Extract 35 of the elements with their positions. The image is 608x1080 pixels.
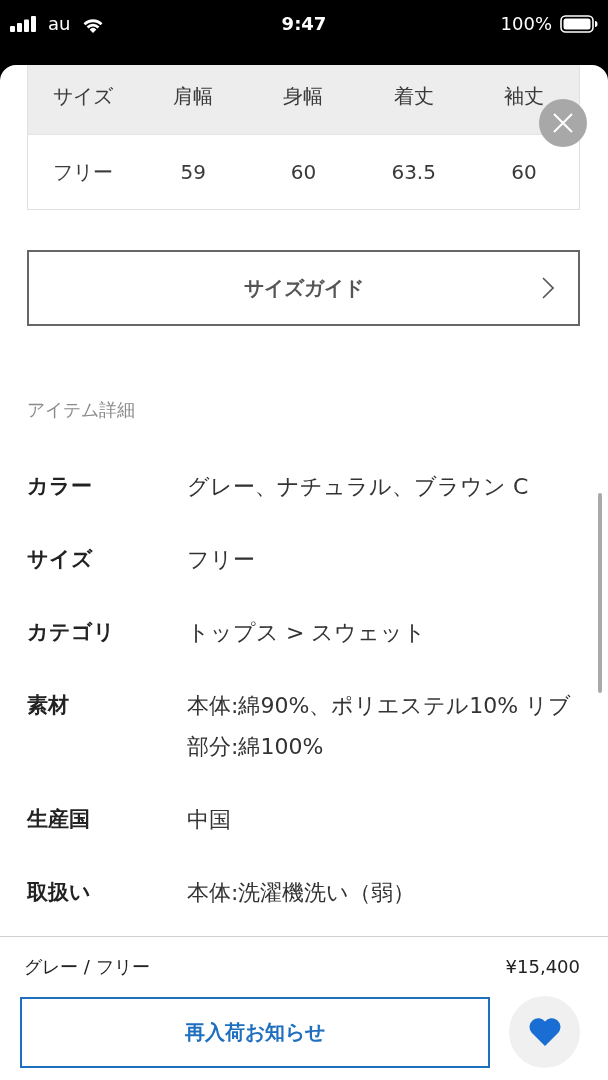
detail-label: 素材 (27, 692, 70, 719)
detail-value: 中国 (187, 806, 232, 834)
column-header: 身幅 (283, 83, 324, 108)
detail-label: カテゴリ (27, 619, 116, 646)
status-time: 9:47 (281, 13, 327, 35)
restock-notify-button[interactable]: 再入荷お知らせ (20, 996, 491, 1068)
carrier-name: au (48, 13, 71, 35)
close-icon (553, 113, 573, 133)
price: ¥15,400 (505, 955, 580, 979)
battery-percent: 100% (500, 13, 552, 35)
detail-label: 生産国 (27, 806, 91, 833)
column-header: 肩幅 (173, 83, 214, 108)
battery-icon (560, 15, 598, 33)
detail-value: フリー (187, 546, 256, 574)
chevron-right-icon (542, 277, 554, 299)
detail-value: 本体:洗濯機洗い（弱） (187, 879, 417, 907)
detail-label: カラー (27, 473, 93, 500)
heart-icon (527, 1017, 562, 1047)
detail-label: 取扱い (27, 879, 92, 906)
table-cell: 59 (180, 160, 206, 184)
column-header: 袖丈 (503, 83, 544, 108)
signal-icon (10, 16, 37, 32)
detail-label: サイズ (27, 546, 94, 573)
table-cell: 60 (511, 160, 537, 184)
table-cell: フリー (53, 160, 114, 184)
selected-variant: グレー / フリー (24, 955, 150, 979)
table-cell: 63.5 (391, 160, 436, 184)
detail-value: トップス > スウェット (187, 619, 428, 647)
table-cell: 60 (290, 160, 317, 184)
detail-value: グレー、ナチュラル、ブラウン C (187, 473, 530, 501)
size-guide-button[interactable]: サイズガイド (27, 250, 580, 326)
section-heading: アイテム詳細 (27, 398, 136, 422)
column-header: サイズ (53, 83, 114, 108)
column-header: 着丈 (393, 83, 434, 108)
detail-value: 本体:綿90%、ポリエステル10% リブ部分:綿100% (187, 692, 573, 761)
